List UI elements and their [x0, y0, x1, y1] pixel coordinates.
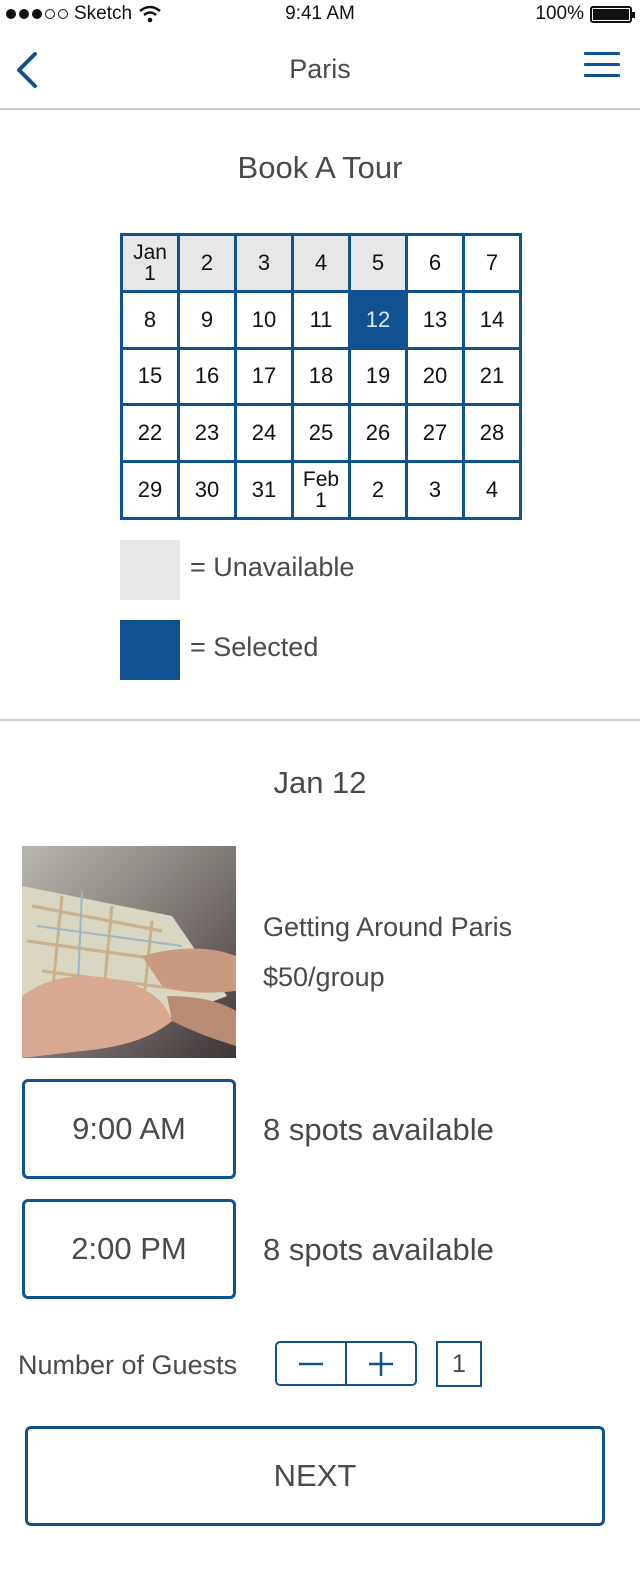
calendar-day[interactable]: 12	[351, 292, 405, 347]
hamburger-menu-icon[interactable]	[584, 52, 620, 88]
battery-icon	[590, 5, 635, 23]
calendar-day[interactable]: 9	[180, 292, 234, 347]
legend-selected-swatch	[120, 620, 180, 680]
guest-count: 1	[436, 1341, 482, 1387]
calendar-day: 5	[351, 236, 405, 290]
booking-title: Book A Tour	[237, 150, 403, 185]
spots-available-morning: 8 spots available	[263, 1112, 494, 1147]
tour-price: $50/group	[263, 962, 385, 992]
page-title: Paris	[289, 54, 351, 84]
calendar-day: Jan 1	[123, 236, 177, 290]
calendar-day: 3	[237, 236, 291, 290]
calendar-day: 4	[294, 236, 348, 290]
spots-available-afternoon: 8 spots available	[263, 1232, 494, 1267]
calendar-day[interactable]: 28	[465, 406, 519, 461]
calendar-day[interactable]: 4	[465, 463, 519, 517]
calendar-day[interactable]: 2	[351, 463, 405, 517]
calendar-day[interactable]: 29	[123, 463, 177, 517]
calendar-day[interactable]: 13	[408, 292, 462, 347]
battery-status: 100%	[535, 3, 635, 25]
calendar-day[interactable]: 23	[180, 406, 234, 461]
guests-label: Number of Guests	[18, 1350, 238, 1380]
calendar-day[interactable]: 16	[180, 349, 234, 404]
calendar-day[interactable]: 24	[237, 406, 291, 461]
calendar-day[interactable]: 22	[123, 406, 177, 461]
battery-percent: 100%	[535, 3, 584, 24]
calendar-day[interactable]: 25	[294, 406, 348, 461]
selected-date-heading: Jan 12	[273, 765, 367, 800]
legend-unavailable-label: = Unavailable	[190, 552, 355, 582]
calendar-day[interactable]: 15	[123, 349, 177, 404]
next-button[interactable]: NEXT	[25, 1426, 605, 1526]
calendar-day[interactable]: 21	[465, 349, 519, 404]
calendar-day[interactable]: Feb 1	[294, 463, 348, 517]
calendar-day[interactable]: 20	[408, 349, 462, 404]
calendar-day[interactable]: 11	[294, 292, 348, 347]
guests-stepper	[275, 1341, 417, 1386]
status-bar: Sketch 9:41 AM 100%	[0, 0, 640, 30]
calendar-day[interactable]: 8	[123, 292, 177, 347]
calendar-day[interactable]: 17	[237, 349, 291, 404]
plus-icon[interactable]	[345, 1343, 415, 1384]
time-slot-button-morning[interactable]: 9:00 AM	[22, 1079, 236, 1179]
legend-selected-label: = Selected	[190, 632, 319, 662]
legend-unavailable-swatch	[120, 540, 180, 600]
calendar-day[interactable]: 26	[351, 406, 405, 461]
section-divider	[0, 719, 640, 721]
calendar-day[interactable]: 30	[180, 463, 234, 517]
calendar-day[interactable]: 7	[465, 236, 519, 290]
calendar-day[interactable]: 18	[294, 349, 348, 404]
tour-name: Getting Around Paris	[263, 912, 513, 942]
calendar-grid: Jan 1 2 3 4 5 6 7 8 9 10 11 12 13 14 15 16 17 18 19 20 21 22 2…	[120, 233, 522, 520]
calendar-day[interactable]: 14	[465, 292, 519, 347]
calendar-day[interactable]: 10	[237, 292, 291, 347]
calendar-day[interactable]: 19	[351, 349, 405, 404]
minus-icon[interactable]	[277, 1343, 345, 1384]
time-slot-button-afternoon[interactable]: 2:00 PM	[22, 1199, 236, 1299]
calendar-day[interactable]: 31	[237, 463, 291, 517]
navigation-bar: Paris	[0, 30, 640, 110]
tour-photo-map	[22, 846, 236, 1058]
calendar-day: 2	[180, 236, 234, 290]
calendar-day[interactable]: 3	[408, 463, 462, 517]
calendar-day[interactable]: 27	[408, 406, 462, 461]
calendar-day[interactable]: 6	[408, 236, 462, 290]
